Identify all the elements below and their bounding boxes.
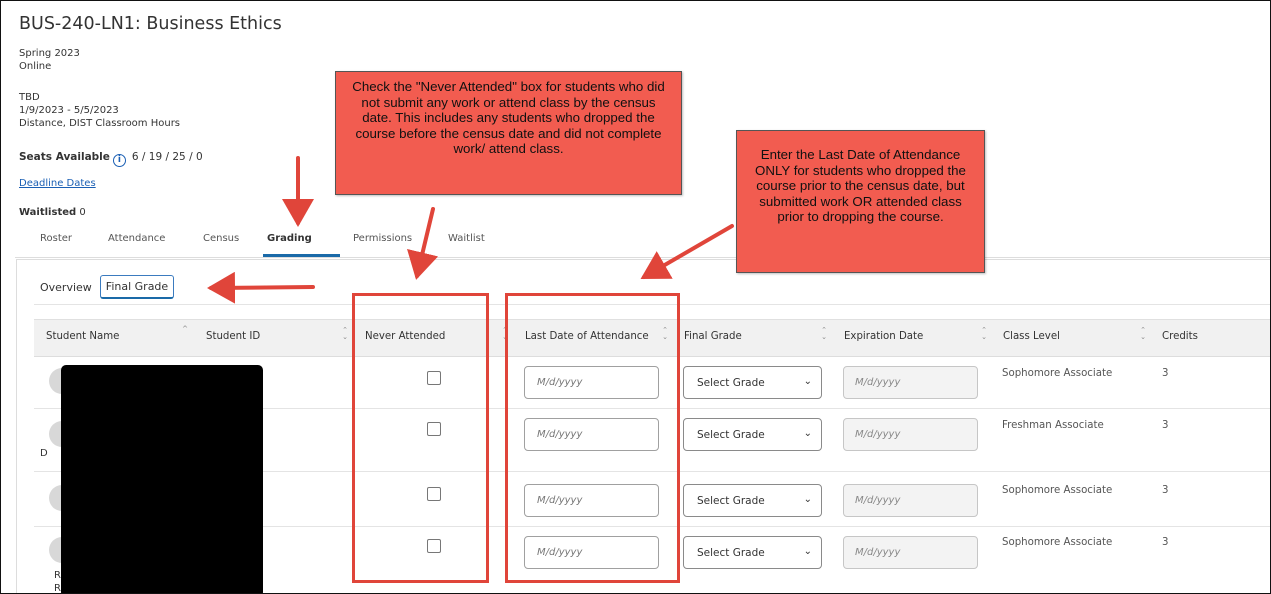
never-attended-callout: Check the "Never Attended" box for stude…	[335, 71, 682, 195]
last-date-callout: Enter the Last Date of Attendance ONLY f…	[736, 130, 985, 273]
page-frame: BUS-240-LN1: Business Ethics Spring 2023…	[0, 0, 1271, 594]
arrow-to-final-grade	[207, 271, 315, 304]
arrow-to-last-date	[640, 224, 734, 280]
arrow-to-never-attended	[407, 207, 439, 280]
